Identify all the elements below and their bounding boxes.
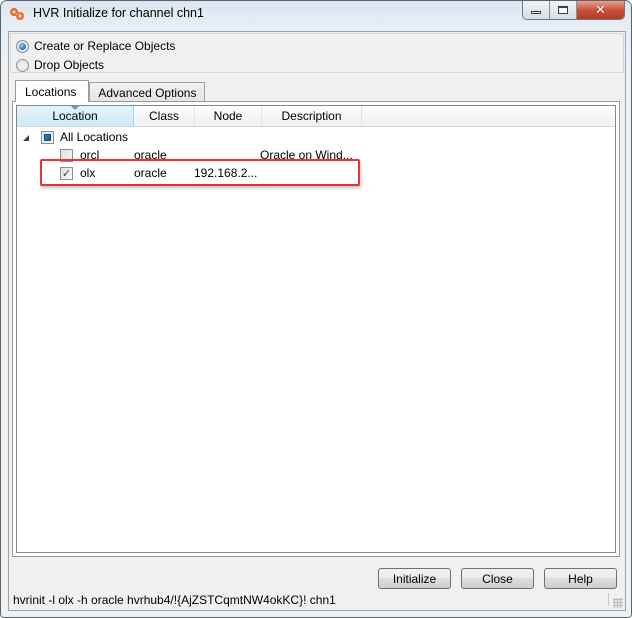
radio-create-or-replace[interactable]: Create or Replace Objects: [16, 38, 175, 54]
status-bar: hvrinit -l olx -h oracle hvrhub4/!{AjZST…: [9, 590, 625, 610]
minimize-button[interactable]: [523, 1, 550, 19]
radio-button-selected[interactable]: [16, 39, 29, 53]
column-label: Description: [281, 109, 342, 123]
maximize-icon: [558, 6, 568, 14]
column-label: Node: [213, 109, 243, 123]
cell-class: oracle: [134, 148, 167, 162]
radio-button[interactable]: [16, 58, 29, 72]
resize-grip-icon[interactable]: [613, 598, 623, 608]
tab-locations[interactable]: Locations: [15, 80, 90, 102]
tree-root-label: All Locations: [60, 130, 129, 144]
row-checkbox-checked[interactable]: ✓: [60, 167, 73, 180]
cell-location: olx: [80, 166, 96, 180]
status-command-text: hvrinit -l olx -h oracle hvrhub4/!{AjZST…: [13, 593, 336, 607]
column-header-description[interactable]: Description: [262, 106, 362, 126]
column-header-node[interactable]: Node: [195, 106, 262, 126]
dialog-window: HVR Initialize for channel chn1 ✕ Create…: [0, 0, 632, 618]
cell-node: 192.168.2...: [194, 166, 258, 180]
help-button[interactable]: Help: [544, 568, 617, 589]
partial-check-icon: [44, 134, 51, 141]
locations-tree-table[interactable]: Location Class Node Description All Loca…: [16, 105, 616, 553]
minimize-icon: [531, 11, 541, 14]
window-title: HVR Initialize for channel chn1: [33, 6, 204, 20]
tab-label: Advanced Options: [98, 85, 197, 100]
cell-class: oracle: [134, 166, 167, 180]
radio-label: Create or Replace Objects: [34, 39, 176, 53]
checkbox-all-locations[interactable]: [41, 131, 54, 144]
dialog-button-row: Initialize Close Help: [378, 568, 617, 589]
column-header-filler: [362, 106, 615, 126]
radio-label: Drop Objects: [34, 58, 105, 72]
initialize-button[interactable]: Initialize: [378, 568, 451, 589]
column-header-location[interactable]: Location: [17, 106, 134, 126]
close-icon: ✕: [595, 2, 606, 18]
row-checkbox[interactable]: [60, 149, 73, 162]
column-label: Class: [148, 109, 179, 123]
tab-advanced-options[interactable]: Advanced Options: [89, 82, 206, 102]
maximize-button[interactable]: [550, 1, 577, 19]
caption-buttons: ✕: [522, 1, 625, 20]
title-bar[interactable]: HVR Initialize for channel chn1 ✕: [1, 1, 631, 27]
close-window-button[interactable]: ✕: [577, 1, 624, 19]
expand-collapse-icon[interactable]: [23, 135, 29, 141]
cell-description: Oracle on Wind...: [260, 148, 353, 162]
checkmark-icon: ✓: [61, 167, 72, 180]
cell-location: orcl: [80, 148, 100, 162]
table-header: Location Class Node Description: [17, 106, 615, 127]
dialog-client-area: Create or Replace Objects Drop Objects L…: [8, 31, 626, 611]
status-separator: [608, 593, 609, 606]
locations-tab-panel: Location Class Node Description All Loca…: [12, 101, 620, 557]
table-row[interactable]: ✓ olx oracle 192.168.2...: [17, 165, 615, 183]
tab-strip: Locations Advanced Options: [15, 80, 206, 102]
tree-root-row[interactable]: All Locations: [17, 129, 615, 147]
hvr-app-icon: [10, 8, 24, 20]
close-button[interactable]: Close: [461, 568, 534, 589]
radio-dot: [19, 42, 26, 50]
radio-drop-objects[interactable]: Drop Objects: [16, 57, 104, 73]
sort-arrow-icon: [71, 106, 79, 110]
tab-label: Locations: [25, 84, 77, 99]
column-header-class[interactable]: Class: [134, 106, 195, 126]
mode-radio-group: Create or Replace Objects Drop Objects: [10, 33, 624, 73]
table-row[interactable]: orcl oracle Oracle on Wind...: [17, 147, 615, 165]
column-label: Location: [52, 109, 98, 123]
